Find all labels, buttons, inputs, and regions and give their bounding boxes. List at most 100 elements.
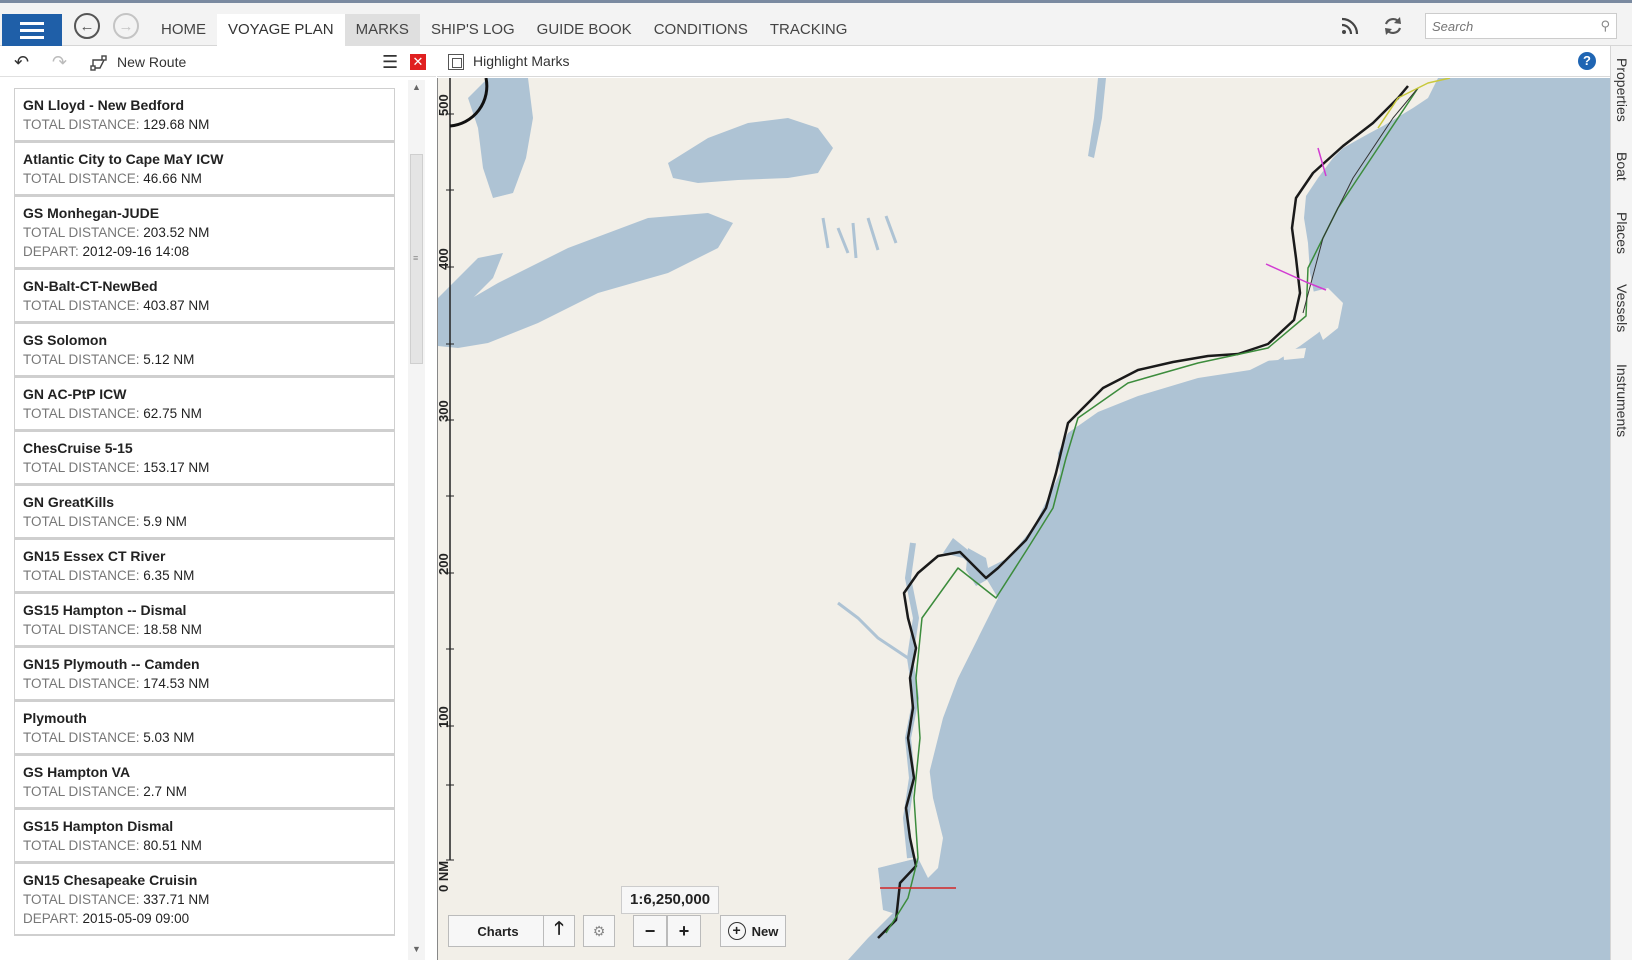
highlight-marks-checkbox[interactable] (448, 54, 464, 70)
undo-icon[interactable]: ↶ (14, 52, 29, 73)
route-distance: TOTAL DISTANCE: 80.51 NM (23, 836, 386, 855)
route-list-item[interactable]: GS Monhegan-JUDE TOTAL DISTANCE: 203.52 N… (14, 196, 395, 269)
route-list-item[interactable]: GN15 Chesapeake Cruisin TOTAL DISTANCE: 3… (14, 863, 395, 936)
close-panel-icon[interactable]: ✕ (410, 54, 426, 70)
tab-home[interactable]: HOME (150, 14, 217, 46)
scale-label-500: 500 (437, 94, 451, 116)
route-list-item[interactable]: GN15 Essex CT River TOTAL DISTANCE: 6.35 … (14, 539, 395, 593)
depart-key: DEPART: (23, 244, 79, 259)
distance-value: 337.71 NM (143, 892, 210, 907)
distance-key: TOTAL DISTANCE: (23, 352, 140, 367)
scroll-down-icon[interactable]: ▼ (412, 944, 421, 954)
route-list-item[interactable]: GN GreatKills TOTAL DISTANCE: 5.9 NM (14, 485, 395, 539)
route-name: GS Monhegan-JUDE (23, 205, 160, 221)
distance-key: TOTAL DISTANCE: (23, 225, 140, 240)
scale-label-300: 300 (437, 400, 451, 422)
top-bar: ← → HOME VOYAGE PLAN MARKS SHIP'S LOG GU… (0, 0, 1632, 46)
route-name: Atlantic City to Cape MaY ICW (23, 151, 224, 167)
distance-value: 80.51 NM (143, 838, 202, 853)
distance-value: 5.12 NM (143, 352, 195, 367)
forward-arrow-icon[interactable]: → (113, 13, 139, 39)
distance-value: 129.68 NM (143, 117, 210, 132)
add-circle-icon: + (727, 922, 746, 940)
back-arrow-icon[interactable]: ← (74, 13, 100, 39)
distance-key: TOTAL DISTANCE: (23, 838, 140, 853)
new-route-button[interactable]: New Route (117, 54, 186, 70)
route-name: GS Hampton VA (23, 764, 131, 780)
route-list-item[interactable]: GN Lloyd - New Bedford TOTAL DISTANCE: 12… (14, 88, 395, 142)
route-list-item[interactable]: GN AC-PtP ICW TOTAL DISTANCE: 62.75 NM (14, 377, 395, 431)
route-distance: TOTAL DISTANCE: 5.03 NM (23, 728, 386, 747)
distance-value: 46.66 NM (143, 171, 202, 186)
tab-marks[interactable]: MARKS (344, 14, 420, 46)
route-list-item[interactable]: GN-Balt-CT-NewBed TOTAL DISTANCE: 403.87 … (14, 269, 395, 323)
chart-map[interactable]: 500 400 300 200 100 0 NM 1:6,250,000 Cha… (437, 78, 1610, 960)
route-list-scrollbar[interactable]: ▲ ≡ ▼ (408, 80, 425, 960)
route-distance: TOTAL DISTANCE: 46.66 NM (23, 169, 386, 188)
search-box[interactable]: ⚲ (1425, 13, 1617, 39)
scale-label-200: 200 (437, 553, 451, 575)
route-list-item[interactable]: GS15 Hampton Dismal TOTAL DISTANCE: 80.51… (14, 809, 395, 863)
hamburger-menu-button[interactable] (2, 14, 62, 46)
depart-value: 2012-09-16 14:08 (82, 244, 190, 259)
distance-value: 18.58 NM (143, 622, 202, 637)
side-tab-vessels[interactable]: Vessels (1614, 284, 1630, 332)
search-icon[interactable]: ⚲ (1600, 18, 1610, 34)
route-name: Plymouth (23, 710, 87, 726)
charts-button[interactable]: Charts (448, 915, 548, 947)
tab-ships-log[interactable]: SHIP'S LOG (420, 14, 526, 46)
route-distance: TOTAL DISTANCE: 62.75 NM (23, 404, 386, 423)
distance-key: TOTAL DISTANCE: (23, 568, 140, 583)
route-distance: TOTAL DISTANCE: 174.53 NM (23, 674, 386, 693)
route-distance: TOTAL DISTANCE: 153.17 NM (23, 458, 386, 477)
route-distance: TOTAL DISTANCE: 6.35 NM (23, 566, 386, 585)
side-tab-instruments[interactable]: Instruments (1614, 364, 1630, 437)
distance-value: 203.52 NM (143, 225, 210, 240)
north-up-icon[interactable]: 🡑 (543, 915, 575, 947)
scale-label-400: 400 (437, 248, 451, 270)
list-menu-icon[interactable]: ☰ (382, 52, 398, 73)
zoom-in-button[interactable]: + (667, 915, 701, 947)
new-mark-button[interactable]: + New (720, 915, 786, 947)
tab-voyage-plan[interactable]: VOYAGE PLAN (217, 14, 345, 46)
rss-feed-icon[interactable] (1340, 16, 1360, 36)
scroll-thumb[interactable]: ≡ (410, 154, 423, 364)
depart-key: DEPART: (23, 911, 79, 926)
scroll-up-icon[interactable]: ▲ (412, 82, 421, 92)
route-list-item[interactable]: GS Solomon TOTAL DISTANCE: 5.12 NM (14, 323, 395, 377)
route-name: GS Solomon (23, 332, 107, 348)
route-list-item[interactable]: GN15 Plymouth -- Camden TOTAL DISTANCE: 1… (14, 647, 395, 701)
distance-value: 403.87 NM (143, 298, 210, 313)
route-list-item[interactable]: GS15 Hampton -- Dismal TOTAL DISTANCE: 18… (14, 593, 395, 647)
depart-value: 2015-05-09 09:00 (82, 911, 190, 926)
route-list-item[interactable]: Plymouth TOTAL DISTANCE: 5.03 NM (14, 701, 395, 755)
route-list-item[interactable]: ChesCruise 5-15 TOTAL DISTANCE: 153.17 NM (14, 431, 395, 485)
redo-icon[interactable]: ↷ (52, 52, 67, 73)
route-list-item[interactable]: Atlantic City to Cape MaY ICW TOTAL DISTA… (14, 142, 395, 196)
highlight-marks-label[interactable]: Highlight Marks (473, 53, 569, 69)
distance-value: 2.7 NM (143, 784, 187, 799)
search-input[interactable] (1426, 14, 1586, 38)
distance-value: 5.9 NM (143, 514, 187, 529)
side-tab-properties[interactable]: Properties (1614, 58, 1630, 122)
sync-icon[interactable] (1382, 15, 1404, 37)
route-distance: TOTAL DISTANCE: 403.87 NM (23, 296, 386, 315)
zoom-out-button[interactable]: − (633, 915, 667, 947)
distance-key: TOTAL DISTANCE: (23, 514, 140, 529)
route-list-item[interactable]: GS Hampton VA TOTAL DISTANCE: 2.7 NM (14, 755, 395, 809)
map-canvas[interactable] (438, 78, 1610, 960)
tab-guide-book[interactable]: GUIDE BOOK (526, 14, 643, 46)
new-route-icon[interactable] (90, 54, 108, 72)
route-name: GS15 Hampton Dismal (23, 818, 174, 834)
route-distance: TOTAL DISTANCE: 5.9 NM (23, 512, 386, 531)
side-tab-places[interactable]: Places (1614, 212, 1630, 254)
distance-key: TOTAL DISTANCE: (23, 117, 140, 132)
route-name: GN-Balt-CT-NewBed (23, 278, 158, 294)
tab-conditions[interactable]: CONDITIONS (643, 14, 759, 46)
tab-tracking[interactable]: TRACKING (759, 14, 859, 46)
help-icon[interactable]: ? (1578, 52, 1596, 70)
boat-center-icon[interactable]: ⚙ (583, 915, 615, 947)
side-tab-boat[interactable]: Boat (1614, 152, 1630, 181)
distance-value: 6.35 NM (143, 568, 195, 583)
distance-value: 153.17 NM (143, 460, 210, 475)
